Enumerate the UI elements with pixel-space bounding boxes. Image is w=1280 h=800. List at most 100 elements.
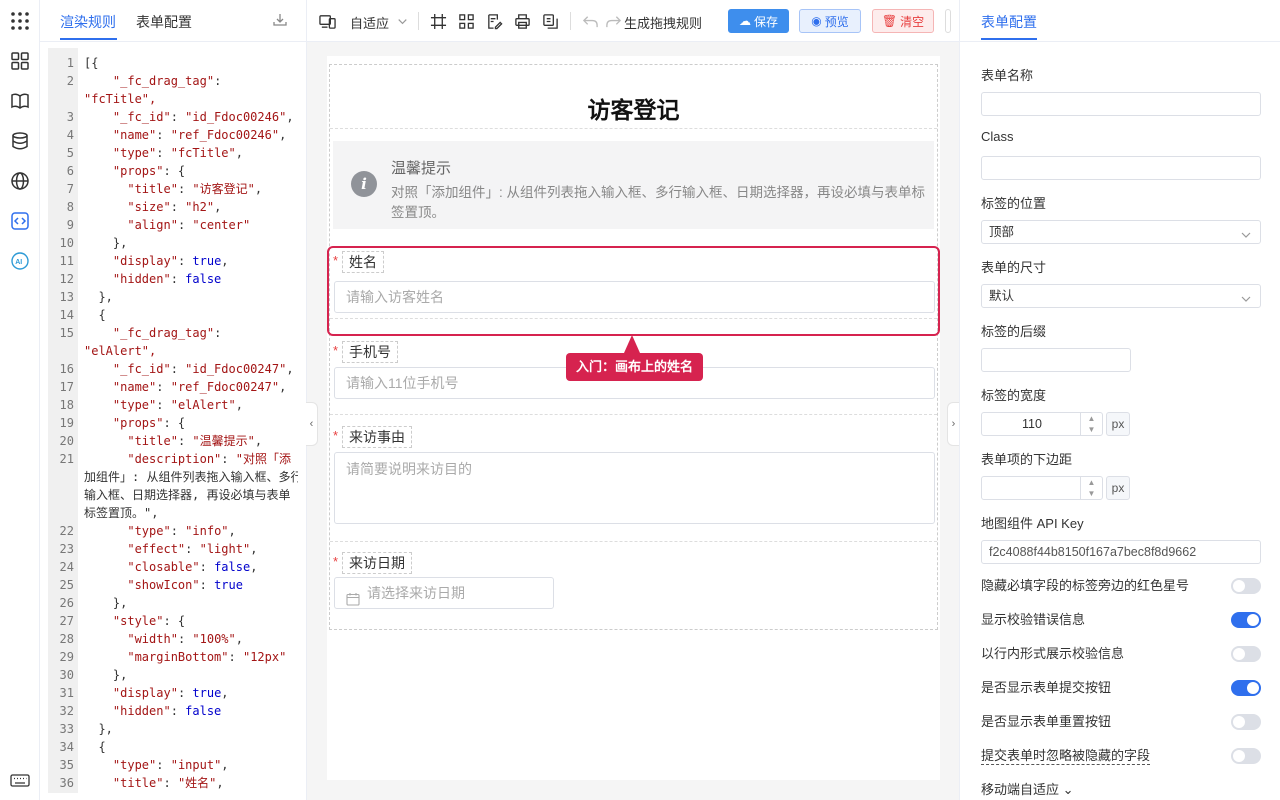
line-number: 27 bbox=[59, 614, 74, 628]
label-width-stepper[interactable]: 110 ▲ ▼ bbox=[981, 412, 1103, 436]
clear-button[interactable]: 🗑 清空 bbox=[872, 9, 934, 33]
name-input[interactable]: 请输入访客姓名 bbox=[334, 281, 935, 313]
cloud-upload-icon: ☁ bbox=[738, 14, 751, 28]
device-icon[interactable] bbox=[318, 12, 336, 30]
generate-drag-rules-button[interactable]: 生成拖拽规则 bbox=[624, 13, 702, 32]
qrcode-icon[interactable] bbox=[457, 12, 475, 30]
field-name[interactable]: * 姓名 请输入访客姓名 bbox=[330, 241, 937, 319]
line-text: { bbox=[84, 308, 106, 322]
required-mark: * bbox=[333, 554, 339, 569]
inline-validation-switch[interactable] bbox=[1231, 646, 1261, 662]
show-reset-button-switch[interactable] bbox=[1231, 714, 1261, 730]
line-text: "title": "访客登记", bbox=[127, 182, 263, 196]
stepper-arrows[interactable]: ▲ ▼ bbox=[1080, 477, 1102, 499]
code-editor[interactable]: 1 [{2 "_fc_drag_tag": "fcTitle", 3 "_fc_id"… bbox=[48, 48, 298, 793]
tab-render-rules[interactable]: 渲染规则 bbox=[60, 12, 116, 32]
save-button[interactable]: ☁ 保存 bbox=[728, 9, 789, 33]
map-key-input[interactable]: f2c4088f44b8150f167a7bec8f8d9662 bbox=[981, 540, 1261, 564]
line-number: 2 bbox=[66, 74, 74, 88]
show-validation-switch[interactable] bbox=[1231, 612, 1261, 628]
line-number: 1 bbox=[66, 56, 74, 70]
edit-icon[interactable] bbox=[485, 12, 503, 30]
line-number: 36 bbox=[59, 776, 74, 790]
ignore-hidden-fields-switch[interactable] bbox=[1231, 748, 1261, 764]
mobile-adapt-toggle[interactable]: 移动端自适应 ⌄ bbox=[981, 779, 1074, 798]
code-icon[interactable] bbox=[9, 210, 31, 232]
line-number: 26 bbox=[59, 596, 74, 610]
download-icon[interactable] bbox=[272, 12, 288, 28]
line-text: "marginBottom": "12px" bbox=[127, 650, 287, 664]
class-input[interactable] bbox=[981, 156, 1261, 180]
label-suffix-input[interactable] bbox=[981, 348, 1131, 372]
active-tab-indicator bbox=[981, 38, 1037, 40]
config-panel: 表单配置 表单名称 Class 标签的位置 顶部 表单的尺寸 默认 标签的后缀 … bbox=[959, 0, 1280, 800]
undo-icon[interactable] bbox=[581, 12, 599, 30]
chevron-down-icon[interactable] bbox=[393, 12, 411, 30]
preview-button[interactable]: ◉ 预览 bbox=[799, 9, 861, 33]
field-date[interactable]: * 来访日期 请选择来访日期 bbox=[330, 542, 937, 629]
chevron-down-icon[interactable]: ▼ bbox=[1081, 424, 1102, 435]
redo-icon[interactable] bbox=[604, 12, 622, 30]
globe-icon[interactable] bbox=[9, 170, 31, 192]
show-submit-button-switch[interactable] bbox=[1231, 680, 1261, 696]
line-number: 13 bbox=[59, 290, 74, 304]
toolbar-divider bbox=[418, 12, 419, 30]
line-number: 22 bbox=[59, 524, 74, 538]
title-component[interactable]: 访客登记 bbox=[330, 65, 937, 129]
book-icon[interactable] bbox=[9, 90, 31, 112]
collapse-left-button[interactable]: ‹ bbox=[306, 402, 318, 446]
date-picker[interactable]: 请选择来访日期 bbox=[334, 577, 554, 609]
label-position-select[interactable]: 顶部 bbox=[981, 220, 1261, 244]
more-button[interactable] bbox=[945, 9, 951, 33]
line-number: 3 bbox=[66, 110, 74, 124]
switch-label: 以行内形式展示校验信息 bbox=[981, 646, 1125, 661]
info-icon: i bbox=[351, 171, 377, 197]
line-number: 30 bbox=[59, 668, 74, 682]
collapse-right-button[interactable]: › bbox=[947, 402, 959, 446]
hide-required-asterisk-switch[interactable] bbox=[1231, 578, 1261, 594]
eye-icon: ◉ bbox=[811, 14, 822, 28]
chevron-up-icon[interactable]: ▲ bbox=[1081, 477, 1102, 488]
tab-form-settings[interactable]: 表单配置 bbox=[981, 12, 1037, 32]
frame-icon[interactable] bbox=[429, 12, 447, 30]
map-key-label: 地图组件 API Key bbox=[981, 516, 1084, 531]
field-reason[interactable]: * 来访事由 请简要说明来访目的 bbox=[330, 416, 937, 542]
toolbar-divider bbox=[570, 12, 571, 30]
clear-label: 清空 bbox=[900, 14, 925, 29]
chevron-down-icon[interactable]: ▼ bbox=[1081, 488, 1102, 499]
ai-icon[interactable]: AI bbox=[9, 250, 31, 272]
components-icon[interactable] bbox=[9, 50, 31, 72]
database-icon[interactable] bbox=[9, 130, 31, 152]
mobile-adapt-label: 移动端自适应 bbox=[981, 782, 1060, 797]
line-text: [{ bbox=[84, 56, 99, 70]
print-icon[interactable] bbox=[513, 12, 531, 30]
line-text: "props": { bbox=[112, 416, 186, 430]
form-size-select[interactable]: 默认 bbox=[981, 284, 1261, 308]
form-designer-app: AI 渲染规则 表单配置 1 [{2 "_fc_drag_tag": "fcTitl… bbox=[0, 0, 1280, 800]
field-label: 姓名 bbox=[342, 251, 384, 273]
item-margin-stepper[interactable]: ▲ ▼ bbox=[981, 476, 1103, 500]
stepper-arrows[interactable]: ▲ ▼ bbox=[1080, 413, 1102, 435]
reason-textarea[interactable]: 请简要说明来访目的 bbox=[334, 452, 935, 524]
alert-component[interactable]: i 温馨提示 对照「添加组件」: 从组件列表拖入输入框、多行输入框、日期选择器，… bbox=[333, 141, 934, 229]
keyboard-icon[interactable] bbox=[9, 769, 31, 791]
copy-icon[interactable] bbox=[541, 12, 559, 30]
switch-label: 显示校验错误信息 bbox=[981, 612, 1086, 627]
canvas-area: 访客登记 i 温馨提示 对照「添加组件」: 从组件列表拖入输入框、多行输入框、日… bbox=[307, 42, 959, 800]
adapt-select[interactable]: 自适应 bbox=[350, 13, 389, 32]
line-number: 24 bbox=[59, 560, 74, 574]
line-number: 34 bbox=[59, 740, 74, 754]
line-number: 25 bbox=[59, 578, 74, 592]
line-text: "title": "姓名", bbox=[112, 776, 224, 790]
line-text: "type": "input", bbox=[112, 758, 229, 772]
line-text: "_fc_id": "id_Fdoc00247", bbox=[112, 362, 294, 376]
line-text: "name": "ref_Fdoc00246", bbox=[112, 128, 287, 142]
line-text: }, bbox=[84, 722, 113, 736]
chevron-up-icon[interactable]: ▲ bbox=[1081, 413, 1102, 424]
line-text: "width": "100%", bbox=[127, 632, 243, 646]
field-label: 手机号 bbox=[342, 341, 398, 363]
form-name-input[interactable] bbox=[981, 92, 1261, 116]
grid-menu-icon[interactable] bbox=[9, 10, 31, 32]
form-size-value: 默认 bbox=[989, 289, 1015, 303]
tab-form-config[interactable]: 表单配置 bbox=[136, 12, 192, 32]
